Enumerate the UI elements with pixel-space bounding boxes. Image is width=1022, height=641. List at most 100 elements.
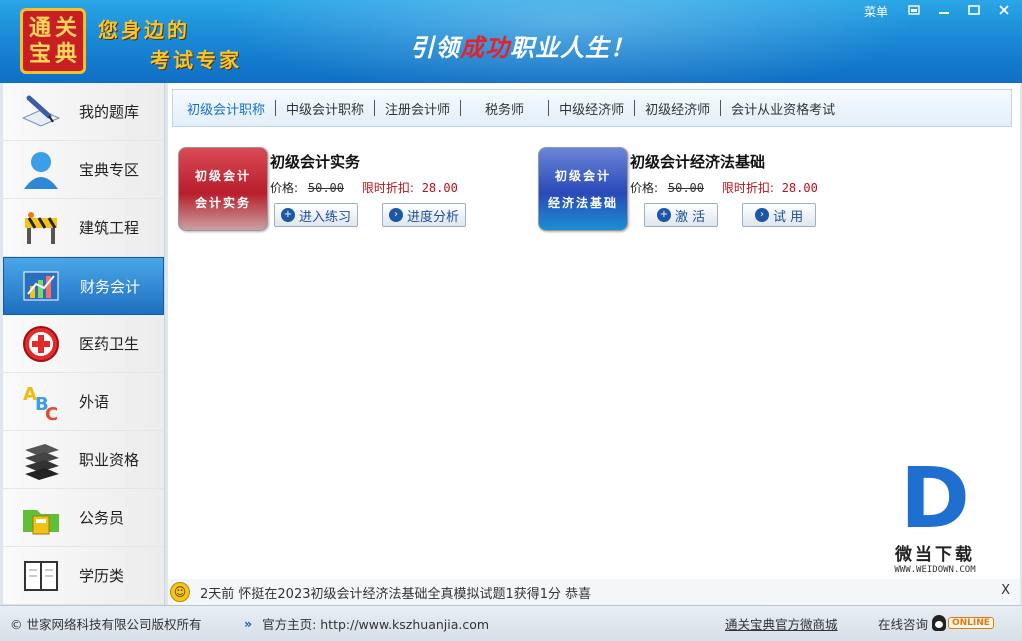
original-price: 50.00 [667, 181, 704, 195]
sidebar-item-civil-servant[interactable]: 公务员 [3, 489, 164, 547]
stack-icon [15, 438, 67, 482]
trial-button[interactable]: › 试 用 [742, 203, 817, 227]
sidebar-item-label: 宝典专区 [79, 161, 140, 179]
sidebar-item-label: 我的题库 [79, 103, 140, 121]
sidebar-item-foreign-language[interactable]: ABC 外语 [3, 373, 164, 431]
progress-analysis-button[interactable]: › 进度分析 [382, 203, 467, 227]
sidebar-item-label: 财务会计 [80, 277, 141, 296]
slogan-line-2: 考试专家 [150, 48, 242, 72]
tab-cpa[interactable]: 注册会计师 [377, 99, 458, 118]
tab-accounting-qualification[interactable]: 会计从业资格考试 [723, 99, 843, 118]
header-tagline: 引领成功职业人生！ [410, 28, 635, 63]
notice-text: 2天前 怀挺在2023初级会计经济法基础全真模拟试题1获得1分 恭喜 [200, 586, 592, 602]
menu-button[interactable]: 菜单 [864, 3, 888, 20]
notice-close-button[interactable]: X [1001, 583, 1010, 598]
watermark-logo: D [900, 449, 970, 547]
tab-separator [460, 100, 462, 116]
sidebar-item-finance-accounting[interactable]: 财务会计 [3, 257, 164, 315]
button-label: 进度分析 [407, 209, 460, 225]
discount-label: 限时折扣: [721, 181, 774, 195]
product-cover[interactable]: 初级会计 会计实务 [178, 147, 268, 231]
sidebar-item-academic-degree[interactable]: 学历类 [3, 547, 164, 605]
online-consult-link[interactable]: 在线咨询 [878, 614, 928, 633]
logo-char: 通 [28, 15, 51, 41]
maximize-icon[interactable] [962, 4, 986, 20]
status-footer: © 世家网络科技有限公司版权所有 » 官方主页: http://www.kszh… [0, 605, 1022, 641]
official-mall-link[interactable]: 通关宝典官方微商城 [725, 614, 838, 633]
sidebar-item-construction[interactable]: 建筑工程 [3, 199, 164, 257]
tab-separator [374, 100, 376, 116]
sidebar-item-label: 公务员 [79, 509, 125, 527]
tab-separator [720, 100, 722, 116]
sidebar-item-professional-qualification[interactable]: 职业资格 [3, 431, 164, 489]
tab-intermediate-economist[interactable]: 中级经济师 [551, 99, 632, 118]
main-content: 初级会计职称 中级会计职称 注册会计师 税务师 中级经济师 初级经济师 会计从业… [168, 83, 1020, 605]
price-row: 价格: 50.00 限时折扣: 28.00 [270, 179, 458, 196]
tab-junior-economist[interactable]: 初级经济师 [637, 99, 718, 118]
button-label: 激 活 [675, 209, 706, 225]
tagline-suffix: 职业人生！ [510, 33, 635, 62]
cover-line-2: 会计实务 [194, 196, 251, 210]
close-icon[interactable] [992, 4, 1016, 20]
logo-char: 关 [54, 15, 77, 41]
svg-text:C: C [45, 404, 58, 424]
user-icon [15, 148, 67, 192]
sidebar-item-label: 建筑工程 [79, 219, 140, 237]
cover-line-2: 经济法基础 [547, 196, 618, 210]
tab-intermediate-accounting-title[interactable]: 中级会计职称 [278, 99, 372, 118]
watermark-url: WWW.WEIDOWN.COM [894, 565, 976, 575]
product-title: 初级会计实务 [270, 153, 361, 171]
arrow-circle-icon: › [755, 208, 769, 222]
original-price: 50.00 [307, 181, 344, 195]
arrow-circle-icon: › [389, 208, 403, 222]
tab-tax-advisor[interactable]: 税务师 [463, 99, 546, 118]
app-header: 通 关 宝 典 您身边的 考试专家 引领成功职业人生！ 菜单 [0, 0, 1022, 83]
sidebar-item-my-question-bank[interactable]: 我的题库 [3, 83, 164, 141]
window-controls: 菜单 [864, 3, 1016, 20]
tab-separator [548, 100, 550, 116]
tab-separator [275, 100, 277, 116]
sidebar-item-baodian-zone[interactable]: 宝典专区 [3, 141, 164, 199]
notebook-icon [15, 554, 67, 598]
product-card: 初级会计 经济法基础 初级会计经济法基础 价格: 50.00 限时折扣: 28.… [538, 147, 878, 237]
slogan-line-1: 您身边的 [98, 18, 190, 42]
sidebar-item-label: 外语 [79, 393, 110, 411]
watermark-text: 微当下载 [895, 545, 975, 565]
price-row: 价格: 50.00 限时折扣: 28.00 [630, 179, 818, 196]
medical-cross-icon [15, 322, 67, 366]
sidebar-item-label: 职业资格 [79, 451, 140, 469]
product-cover[interactable]: 初级会计 经济法基础 [538, 147, 628, 231]
cover-line-1: 初级会计 [194, 169, 251, 183]
minimize-icon[interactable] [932, 4, 956, 20]
abc-icon: ABC [15, 380, 67, 424]
smiley-icon: ☺ [170, 582, 190, 602]
online-badge: ONLINE [948, 617, 994, 629]
sidebar-item-medicine-health[interactable]: 医药卫生 [3, 315, 164, 373]
enter-practice-button[interactable]: + 进入练习 [274, 203, 359, 227]
exam-tab-bar: 初级会计职称 中级会计职称 注册会计师 税务师 中级经济师 初级经济师 会计从业… [172, 89, 1012, 127]
notice-bar: ☺ 2天前 怀挺在2023初级会计经济法基础全真模拟试题1获得1分 恭喜 X [168, 579, 1020, 605]
sidebar-item-label: 医药卫生 [79, 335, 140, 353]
activate-button[interactable]: + 激 活 [644, 203, 719, 227]
tagline-prefix: 引领 [410, 33, 460, 62]
restore-small-icon[interactable] [902, 4, 926, 20]
tab-separator [634, 100, 636, 116]
homepage-link[interactable]: 官方主页: http://www.kszhuanjia.com [262, 614, 489, 633]
pen-book-icon [15, 90, 67, 134]
copyright-text: © 世家网络科技有限公司版权所有 [10, 617, 202, 632]
plus-circle-icon: + [657, 208, 671, 222]
tab-junior-accounting-title[interactable]: 初级会计职称 [179, 99, 273, 118]
cover-line-1: 初级会计 [554, 169, 611, 183]
category-sidebar: 我的题库 宝典专区 建筑工程 财务会计 医药卫生 ABC 外语 职业资格 公务员… [3, 83, 165, 605]
product-title: 初级会计经济法基础 [630, 153, 766, 171]
double-chevron-icon: » [244, 616, 253, 631]
product-card: 初级会计 会计实务 初级会计实务 价格: 50.00 限时折扣: 28.00 +… [178, 147, 518, 237]
discount-price: 28.00 [421, 181, 458, 195]
discount-price: 28.00 [781, 181, 818, 195]
online-status[interactable]: ONLINE [932, 614, 994, 632]
qq-penguin-icon [932, 615, 946, 631]
construction-barrier-icon [15, 206, 67, 250]
logo-char: 典 [54, 41, 77, 67]
weidown-watermark: D 微当下载 WWW.WEIDOWN.COM [880, 456, 990, 575]
price-label: 价格: [270, 181, 299, 195]
